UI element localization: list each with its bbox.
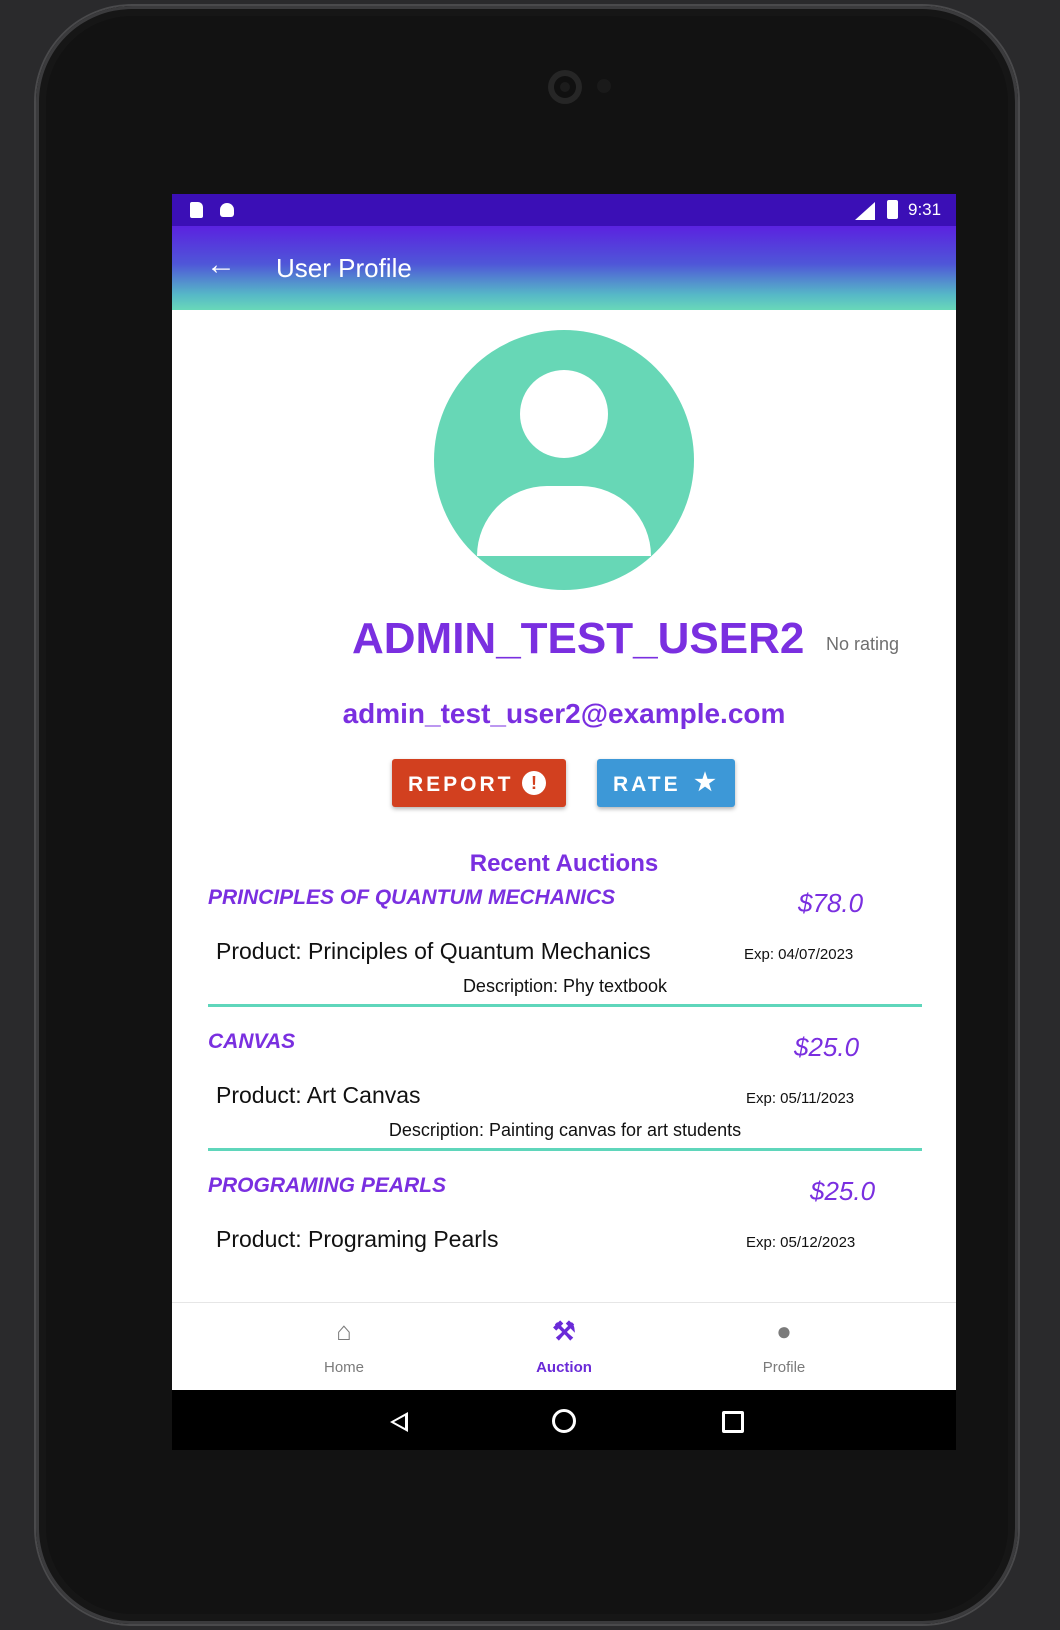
auction-expiry: Exp: 05/12/2023 — [746, 1234, 856, 1251]
gavel-icon: ⚒ — [552, 1316, 576, 1346]
nav-item-auction[interactable]: ⚒ Auction — [484, 1303, 644, 1391]
auction-expiry: Exp: 05/11/2023 — [746, 1090, 855, 1107]
auction-title: PRINCIPLES OF QUANTUM MECHANICS — [208, 886, 616, 909]
status-bar: 9:31 — [172, 194, 956, 226]
rating-text: No rating — [826, 634, 900, 654]
battery-icon — [887, 200, 898, 219]
auction-item[interactable]: PRINCIPLES OF QUANTUM MECHANICS $78.0 Pr… — [208, 886, 922, 1030]
person-avatar-icon — [434, 330, 694, 590]
auction-price: $25.0 — [810, 1176, 876, 1206]
camera-icon — [548, 70, 582, 104]
sensor-icon — [597, 79, 611, 93]
auction-title: CANVAS — [208, 1030, 296, 1053]
auction-price: $78.0 — [798, 888, 864, 918]
report-button-label: REPORT — [408, 773, 514, 796]
sd-card-icon — [190, 202, 203, 218]
nav-item-label: Home — [323, 1359, 364, 1376]
report-button[interactable]: REPORT ! — [392, 759, 566, 807]
auction-description: Description: Painting canvas for art stu… — [388, 1120, 742, 1140]
divider — [208, 1004, 922, 1007]
home-icon: ⌂ — [336, 1316, 352, 1346]
recent-auctions-heading: Recent Auctions — [469, 850, 659, 877]
auction-price: $25.0 — [794, 1032, 860, 1062]
auction-item[interactable]: PROGRAMING PEARLS $25.0 Product: Program… — [208, 1174, 922, 1318]
rate-button[interactable]: RATE ★ — [597, 759, 735, 807]
rate-button-label: RATE — [613, 773, 681, 796]
arrow-left-icon[interactable]: ← — [206, 250, 236, 280]
system-navigation-bar — [172, 1390, 956, 1450]
app-bar: ← User Profile — [172, 226, 956, 310]
nav-item-home[interactable]: ⌂ Home — [264, 1303, 424, 1391]
auction-product: Product: Art Canvas — [216, 1082, 421, 1108]
auction-expiry: Exp: 04/07/2023 — [744, 946, 854, 963]
back-triangle-icon[interactable] — [390, 1412, 408, 1432]
signal-icon — [855, 202, 875, 220]
star-icon: ★ — [694, 769, 716, 796]
nav-item-profile[interactable]: ● Profile — [704, 1303, 864, 1391]
exclamation-circle-icon: ! — [522, 771, 546, 795]
tablet-frame: 9:31 ← User Profile ADMIN_TEST_USER2 No … — [36, 6, 1018, 1624]
status-time: 9:31 — [908, 200, 942, 219]
bottom-navigation: ⌂ Home ⚒ Auction ● Profile — [172, 1302, 956, 1391]
auction-product: Product: Principles of Quantum Mechanics — [216, 938, 651, 964]
avatar-head — [520, 370, 608, 458]
nav-item-label: Auction — [536, 1359, 592, 1376]
user-email: admin_test_user2@example.com — [342, 698, 786, 729]
divider — [208, 1148, 922, 1151]
auction-title: PROGRAMING PEARLS — [208, 1174, 447, 1197]
username: ADMIN_TEST_USER2 — [352, 614, 805, 663]
android-icon — [220, 203, 234, 217]
nav-item-label: Profile — [762, 1359, 806, 1376]
auction-description: Description: Phy textbook — [462, 976, 668, 996]
auction-product: Product: Programing Pearls — [216, 1226, 499, 1252]
person-icon: ● — [776, 1316, 792, 1346]
recents-square-icon[interactable] — [722, 1411, 744, 1433]
page-title: User Profile — [276, 253, 412, 283]
auction-item[interactable]: CANVAS $25.0 Product: Art Canvas Exp: 05… — [208, 1030, 922, 1174]
app-screen: 9:31 ← User Profile ADMIN_TEST_USER2 No … — [172, 194, 956, 1450]
home-circle-icon[interactable] — [552, 1409, 576, 1433]
avatar-body — [477, 486, 651, 556]
